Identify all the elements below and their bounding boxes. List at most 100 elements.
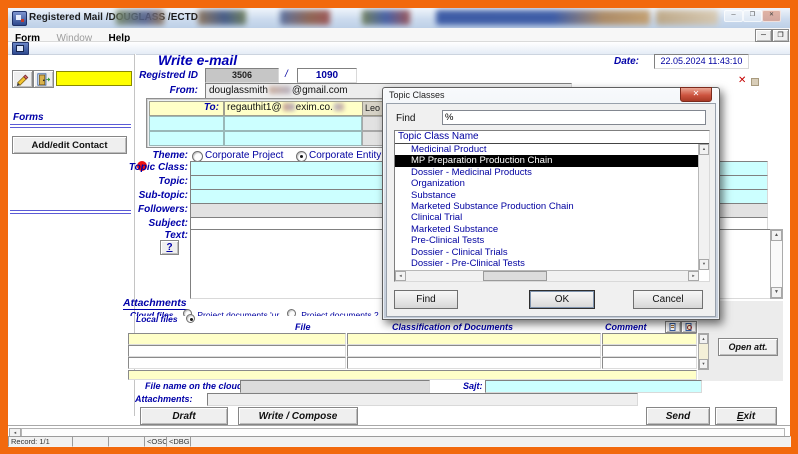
from-redacted-segment [268,86,291,95]
forms-section-heading: Forms [13,112,44,123]
text-body-scrollbar[interactable]: ▲ ▼ [770,229,783,299]
exit-door-quick-button[interactable] [33,70,54,88]
sajt-input[interactable] [485,380,702,393]
topic-class-item[interactable]: Dossier - Clinical Trials [395,247,709,258]
edit-contact-quick-button[interactable] [12,70,33,88]
to-row3-label-cell [149,131,224,146]
classification-cell-row3[interactable] [347,357,601,369]
followers-label: Followers: [137,204,188,215]
topic-class-item-selected[interactable]: MP Preparation Production Chain [395,155,709,167]
exit-door-icon [37,72,51,86]
draft-button[interactable]: Draft [140,407,228,425]
topic-class-item[interactable]: Pre-Clinical Tests [395,235,709,246]
from-label: From: [169,85,198,96]
topic-class-item[interactable]: Clinical Trial [395,212,709,223]
redacted-blob [656,10,718,25]
cloud-option2-label[interactable]: Project documents 2 [301,310,378,316]
list-scroll-up[interactable]: ▲ [699,144,709,155]
classification-cell-row2[interactable] [347,345,601,357]
list-scroll-left[interactable]: ◄ [395,271,406,281]
list-vscrollbar[interactable]: ▲ ▼ [698,144,709,270]
topic-class-item[interactable]: Dossier - Pre-Clinical Tests [395,258,709,269]
draft-label: Draft [172,410,196,422]
comment-cell-row3[interactable] [602,357,697,369]
topic-class-item[interactable]: Dossier - Medicinal Products [395,167,709,178]
list-hscrollbar[interactable]: ◄ ► [395,270,699,281]
sidebar-divider [10,124,131,128]
status-dbg-cell: <DBG> [166,435,192,447]
topic-class-item[interactable]: Medicinal Product [395,144,709,155]
window-minimize-button[interactable]: ─ [724,10,743,22]
scroll-down-button[interactable]: ▼ [771,287,782,298]
dialog-title[interactable]: Topic Classes [389,90,445,100]
open-attachment-button[interactable]: Open att. [718,338,778,356]
minimize-icon: ─ [731,12,736,18]
theme-label: Theme: [152,150,188,161]
window-title: Registered Mail /DOUGLASS /ECTD [29,12,198,23]
window-maximize-button[interactable]: ❐ [743,10,762,22]
close-icon: ✕ [768,12,775,18]
to-value-mid: exim.co. [295,102,333,113]
app-window: Registered Mail /DOUGLASS /ECTD ─ ❐ ✕ Fo… [8,8,791,447]
to-input[interactable]: regauthit1@ exim.co. [224,101,364,116]
list-hscroll-thumb[interactable] [483,271,547,281]
list-header: Topic Class Name [395,131,709,144]
local-files-radio[interactable] [186,314,195,323]
list-scroll-right[interactable]: ► [688,271,699,281]
find-input[interactable] [442,110,706,125]
comment-cell-row2[interactable] [602,345,697,357]
file-name-cloud-input [240,380,430,393]
screen-frame: Registered Mail /DOUGLASS /ECTD ─ ❐ ✕ Fo… [0,0,798,454]
classification-cell-row1[interactable] [347,333,601,345]
comment-cell-row1[interactable] [602,333,697,345]
add-edit-contact-label: Add/edit Contact [31,139,108,151]
mdi-restore-button[interactable]: ❐ [772,29,789,42]
topic-class-item[interactable]: Organization [395,178,709,189]
dialog-ok-button[interactable]: OK [529,290,595,309]
doc-icon [669,323,676,331]
theme-project-label[interactable]: Corporate Project [205,150,283,161]
doc-tool-icon-button-1[interactable] [665,321,681,333]
window-close-button[interactable]: ✕ [762,10,781,22]
pencil-icon [16,73,29,86]
cloud-option1-label[interactable]: Project documents 'ur [197,310,279,316]
topic-class-item[interactable]: Marketed Substance Production Chain [395,201,709,212]
to-row2-label-cell [149,116,224,131]
from-value-end: @gmail.com [291,85,348,96]
to-label-cell: To: [149,101,224,116]
list-scroll-down[interactable]: ▼ [699,259,709,270]
attachments-grid-scrollbar[interactable]: ▲ ▼ [698,333,709,370]
mdi-minimize-button[interactable]: ─ [755,29,772,42]
to-row3-input[interactable] [224,131,362,146]
title-bar[interactable]: Registered Mail /DOUGLASS /ECTD ─ ❐ ✕ [8,8,790,29]
file-cell-row2[interactable] [128,345,346,357]
registred-id-label: Registred ID [139,70,198,81]
file-cell-row3[interactable] [128,357,346,369]
write-compose-button[interactable]: Write / Compose [238,407,358,425]
dialog-close-button[interactable]: ✕ [680,87,712,102]
grid-scroll-down[interactable]: ▼ [699,359,708,369]
send-button[interactable]: Send [646,407,710,425]
dialog-find-button[interactable]: Find [394,290,458,309]
find-label: Find [396,113,416,124]
text-help-button[interactable]: ? [160,240,179,255]
to-row2-input[interactable] [224,116,362,131]
status-empty-cell-1 [72,435,110,447]
file-cell-row1[interactable] [128,333,346,345]
theme-entity-label[interactable]: Corporate Entity [309,150,381,161]
doc-tool-icon-button-2[interactable] [681,321,697,333]
cloud-option2-radio[interactable] [286,309,296,316]
question-icon: ? [166,242,173,253]
topic-class-item[interactable]: Marketed Substance [395,224,709,235]
grid-scroll-up[interactable]: ▲ [699,334,708,344]
form-title: Write e-mail [158,52,238,68]
topic-class-item[interactable]: Substance [395,190,709,201]
scroll-up-button[interactable]: ▲ [771,230,782,241]
form-close-x-button[interactable]: ✕ [738,75,752,86]
from-value-start: douglassmith [209,85,268,96]
dialog-cancel-button[interactable]: Cancel [633,290,703,309]
redacted-blob [280,10,330,25]
toolbar-window-icon-button[interactable] [12,42,29,55]
exit-button[interactable]: Exit [715,407,777,425]
subject-label: Subject: [148,218,188,229]
